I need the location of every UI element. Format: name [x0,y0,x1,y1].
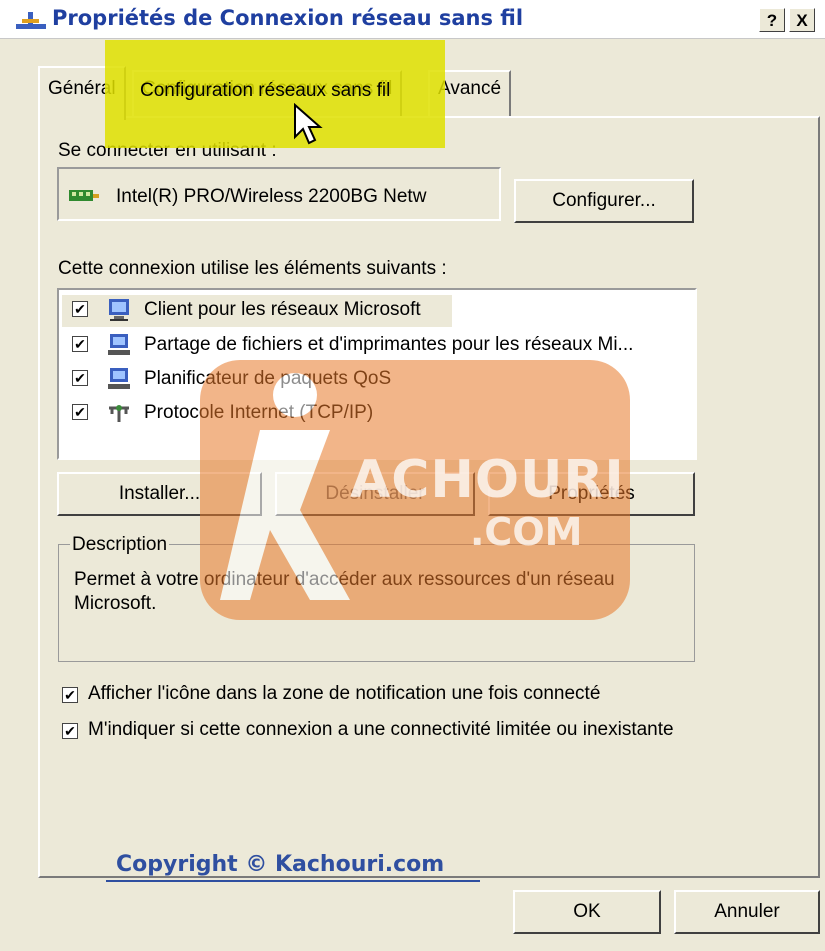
show-icon-label: Afficher l'icône dans la zone de notific… [88,683,601,704]
mouse-cursor-icon [294,103,323,145]
highlighted-tab-label: Configuration réseaux sans fil [140,80,391,101]
client-icon [109,299,129,321]
list-item[interactable]: ✔ Client pour les réseaux Microsoft [62,295,452,327]
adapter-name: Intel(R) PRO/Wireless 2200BG Netw [116,186,427,207]
description-title: Description [70,534,170,556]
show-icon-checkbox[interactable]: ✔ [62,687,78,703]
component-checkbox[interactable]: ✔ [72,370,88,386]
notify-label: M'indiquer si cette connexion a une conn… [88,719,674,740]
tab-general[interactable]: Général [38,66,126,120]
qos-icon [108,368,130,389]
protocol-icon [109,405,129,422]
show-icon-option[interactable]: ✔ Afficher l'icône dans la zone de notif… [62,682,712,706]
configure-button[interactable]: Configurer... [514,179,694,223]
file-share-icon [108,334,130,355]
help-button[interactable]: ? [759,8,785,32]
component-label: Protocole Internet (TCP/IP) [144,402,374,423]
notify-checkbox[interactable]: ✔ [62,723,78,739]
ok-button[interactable]: OK [513,890,661,934]
install-button[interactable]: Installer... [57,472,262,516]
close-button[interactable]: X [789,8,815,32]
copyright-underline [106,880,480,882]
component-label: Client pour les réseaux Microsoft [144,299,421,320]
copyright-text: Copyright © Kachouri.com [116,852,445,877]
connect-using-label: Se connecter en utilisant : [58,140,277,161]
network-connection-icon [16,12,46,29]
watermark-subtext: .COM [470,510,583,554]
component-label: Planificateur de paquets QoS [144,368,392,389]
window-title: Propriétés de Connexion réseau sans fil [52,6,524,30]
title-bar[interactable]: Propriétés de Connexion réseau sans fil … [0,0,825,39]
component-checkbox[interactable]: ✔ [72,336,88,352]
tab-advanced[interactable]: Avancé [428,70,512,116]
description-text: Permet à votre ordinateur d'accéder aux … [74,569,615,614]
cancel-button[interactable]: Annuler [674,890,820,934]
components-label: Cette connexion utilise les éléments sui… [58,258,447,279]
network-card-icon [69,190,99,201]
tab-advanced-label: Avancé [438,78,502,99]
component-checkbox[interactable]: ✔ [72,301,88,317]
component-checkbox[interactable]: ✔ [72,404,88,420]
notify-option[interactable]: ✔ M'indiquer si cette connexion a une co… [62,718,682,766]
tab-general-label: Général [48,78,116,99]
watermark-text: ACHOURI [350,450,625,510]
component-label: Partage de fichiers et d'imprimantes pou… [144,334,634,355]
